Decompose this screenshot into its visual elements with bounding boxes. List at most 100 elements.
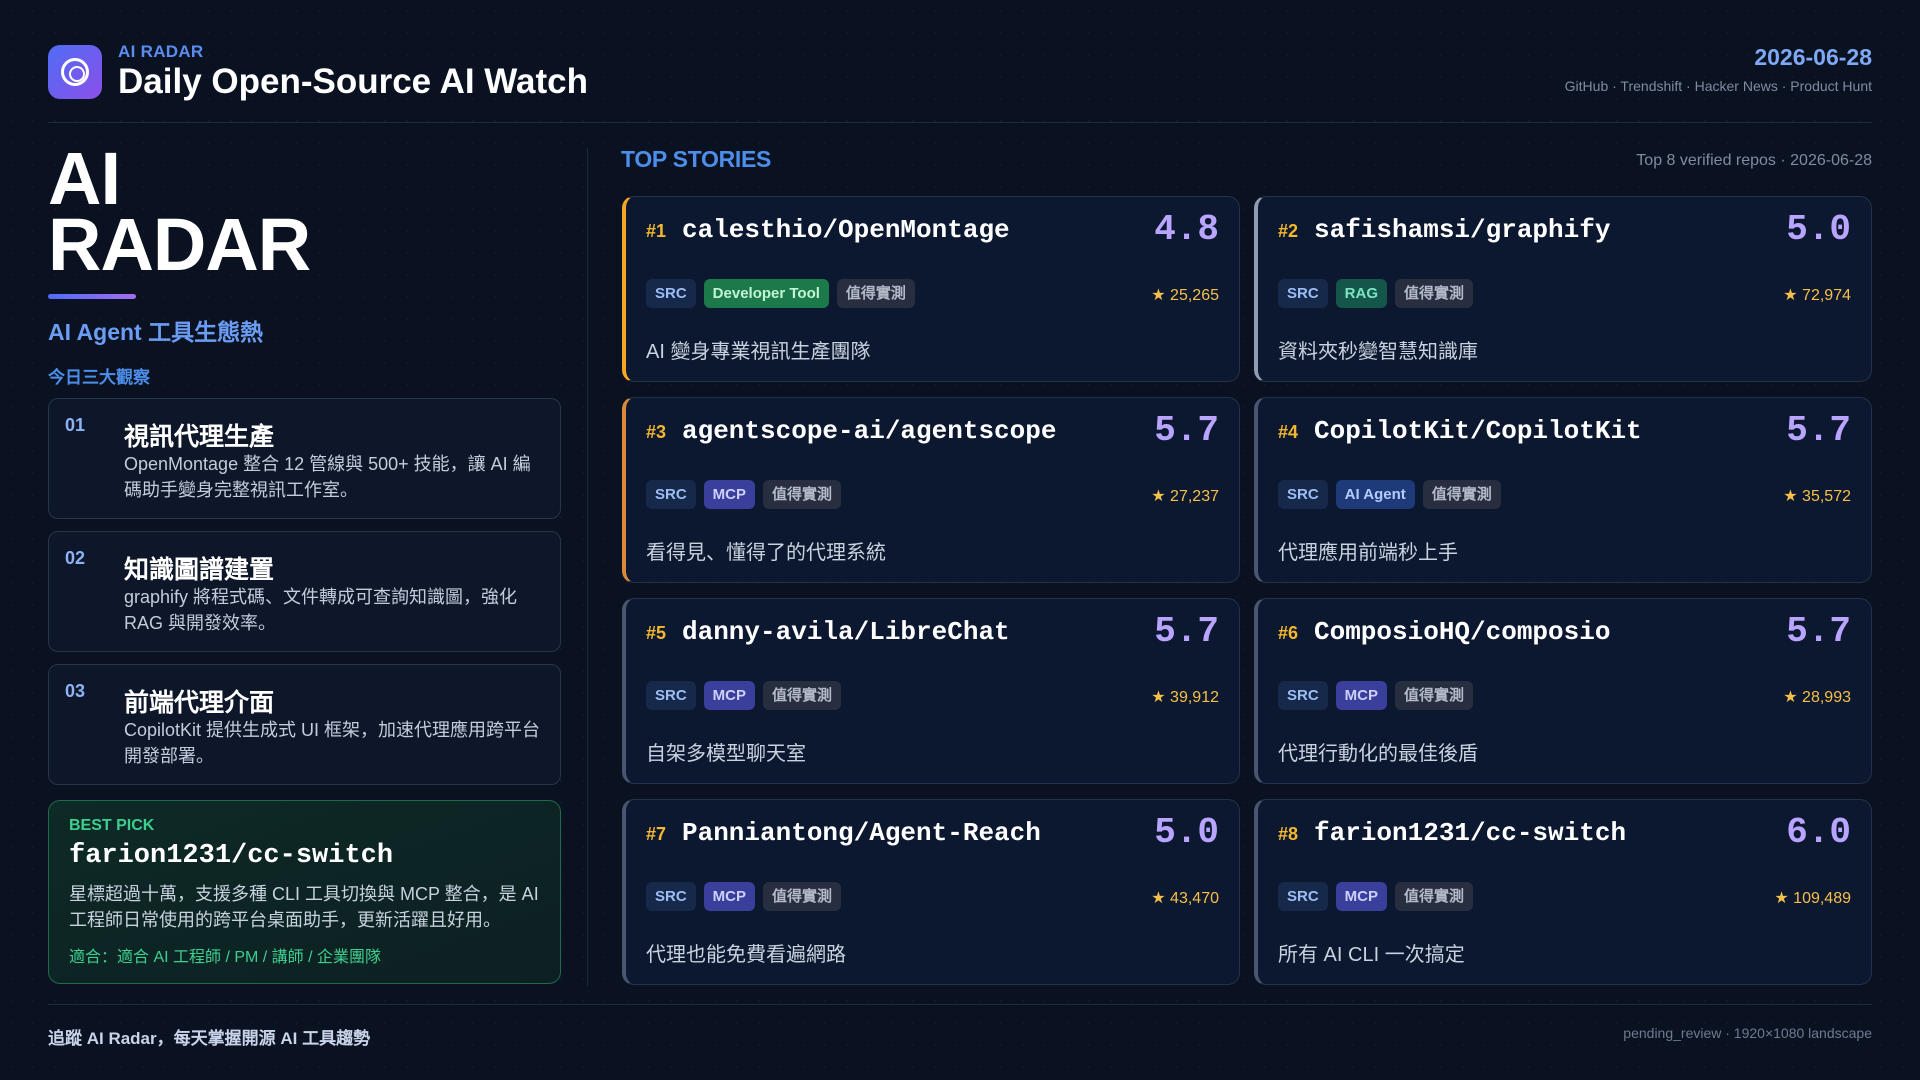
best-pick-card[interactable]: BEST PICK farion1231/cc-switch 星標超過十萬，支援… (48, 800, 561, 984)
tag-badge[interactable]: SRC (1278, 681, 1328, 710)
best-pick-label: BEST PICK (69, 817, 155, 834)
repo-name[interactable]: danny-avila/LibreChat (682, 617, 1010, 647)
repo-score: 5.7 (1154, 611, 1219, 652)
tag-badge[interactable]: 值得實測 (1395, 882, 1474, 911)
repo-card[interactable]: #1 calesthio/OpenMontage 4.8 SRC Developer T… (622, 196, 1240, 382)
star-count: ★ 27,237 (1151, 488, 1219, 505)
tag-badge[interactable]: 值得實測 (763, 882, 842, 911)
observation-number: 03 (65, 681, 86, 701)
star-count: ★ 28,993 (1783, 689, 1851, 706)
repo-description: 代理行動化的最佳後盾 (1278, 743, 1478, 765)
repo-rank: #7 (646, 824, 667, 844)
hero-title: AI RADAR (48, 142, 561, 286)
top-stories-meta: Top 8 verified repos · 2026-06-28 (1636, 152, 1872, 169)
brand-label: AI RADAR (118, 42, 204, 61)
tag-list: SRC MCP 值得實測 (1278, 882, 1474, 911)
repo-score: 5.7 (1786, 410, 1851, 451)
footer-divider (48, 1004, 1872, 1005)
tag-badge[interactable]: 值得實測 (1422, 480, 1501, 509)
tag-badge[interactable]: MCP (1335, 681, 1388, 710)
tag-list: SRC AI Agent 值得實測 (1278, 480, 1501, 509)
repo-rank: #5 (646, 623, 667, 643)
tag-badge[interactable]: 值得實測 (1395, 279, 1474, 308)
tag-badge[interactable]: 值得實測 (763, 681, 842, 710)
star-count: ★ 25,265 (1151, 287, 1219, 304)
repo-name[interactable]: farion1231/cc-switch (1314, 818, 1626, 848)
tag-list: SRC MCP 值得實測 (646, 480, 842, 509)
hero-title-line2: RADAR (48, 203, 311, 286)
tag-list: SRC MCP 值得實測 (646, 681, 842, 710)
best-pick-audience: 適合：適合 AI 工程師 / PM / 講師 / 企業團隊 (69, 949, 382, 966)
tag-badge[interactable]: MCP (1335, 882, 1388, 911)
repo-name[interactable]: CopilotKit/CopilotKit (1314, 416, 1642, 446)
repo-name[interactable]: safishamsi/graphify (1314, 215, 1610, 245)
observation-desc: OpenMontage 整合 12 管線與 500+ 技能，讓 AI 編碼助手變… (124, 454, 531, 500)
tag-badge[interactable]: SRC (646, 279, 696, 308)
tag-list: SRC RAG 值得實測 (1278, 279, 1474, 308)
repo-card[interactable]: #2 safishamsi/graphify 5.0 SRC RAG 值得實測 ★ 72,9… (1254, 196, 1872, 382)
header-date: 2026-06-28 (1754, 44, 1872, 70)
best-pick-desc: 星標超過十萬，支援多種 CLI 工具切換與 MCP 整合，是 AI 工程師日常使… (69, 884, 539, 930)
observation-desc: CopilotKit 提供生成式 UI 框架，加速代理應用跨平台開發部署。 (124, 720, 541, 766)
observation-card: 02 知識圖譜建置 graphify 將程式碼、文件轉成可查詢知識圖，強化 RA… (48, 531, 561, 652)
repo-score: 5.0 (1786, 209, 1851, 250)
tag-list: SRC MCP 值得實測 (646, 882, 842, 911)
tag-badge[interactable]: MCP (703, 882, 756, 911)
repo-card[interactable]: #4 CopilotKit/CopilotKit 5.7 SRC AI Agent 值得實… (1254, 397, 1872, 583)
observation-title: 視訊代理生產 (124, 423, 275, 451)
repo-name[interactable]: calesthio/OpenMontage (682, 215, 1010, 245)
repo-rank: #3 (646, 422, 667, 442)
tag-badge[interactable]: MCP (703, 480, 756, 509)
repo-description: 看得見、懂得了的代理系統 (646, 542, 886, 564)
observation-card: 03 前端代理介面 CopilotKit 提供生成式 UI 框架，加速代理應用跨… (48, 664, 561, 785)
repo-score: 4.8 (1154, 209, 1219, 250)
repo-name[interactable]: ComposioHQ/composio (1314, 617, 1610, 647)
repo-score: 5.7 (1786, 611, 1851, 652)
observation-title: 前端代理介面 (124, 689, 275, 717)
star-count: ★ 35,572 (1783, 488, 1851, 505)
tag-badge[interactable]: SRC (1278, 882, 1328, 911)
tag-badge[interactable]: SRC (646, 480, 696, 509)
observation-desc: graphify 將程式碼、文件轉成可查詢知識圖，強化 RAG 與開發效率。 (124, 587, 518, 633)
observation-card: 01 視訊代理生產 OpenMontage 整合 12 管線與 500+ 技能，… (48, 398, 561, 519)
tag-badge[interactable]: SRC (646, 882, 696, 911)
footer-status: pending_review · 1920×1080 landscape (1623, 1025, 1872, 1041)
star-count: ★ 43,470 (1151, 890, 1219, 907)
repo-card[interactable]: #7 Panniantong/Agent-Reach 5.0 SRC MCP 值得實測 ★ … (622, 799, 1240, 985)
repo-card[interactable]: #5 danny-avila/LibreChat 5.7 SRC MCP 值得實測 ★ 39… (622, 598, 1240, 784)
tag-badge[interactable]: SRC (1278, 279, 1328, 308)
radar-logo-icon (48, 45, 102, 99)
repo-score: 5.0 (1154, 812, 1219, 853)
title-underline (48, 294, 136, 299)
tag-badge[interactable]: RAG (1335, 279, 1388, 308)
repo-name[interactable]: Panniantong/Agent-Reach (682, 818, 1041, 848)
tag-badge[interactable]: 值得實測 (836, 279, 915, 308)
repo-description: 代理應用前端秒上手 (1278, 542, 1458, 564)
tag-badge[interactable]: SRC (646, 681, 696, 710)
repo-card[interactable]: #8 farion1231/cc-switch 6.0 SRC MCP 值得實測 ★ 109… (1254, 799, 1872, 985)
star-count: ★ 72,974 (1783, 287, 1851, 304)
top-stories-heading: TOP STORIES (621, 146, 772, 172)
observation-number: 02 (65, 548, 86, 568)
repo-card[interactable]: #6 ComposioHQ/composio 5.7 SRC MCP 值得實測 ★ 28,9… (1254, 598, 1872, 784)
hero-subtitle: AI Agent 工具生態熱 (48, 319, 264, 345)
repo-description: 代理也能免費看遍網路 (646, 944, 846, 966)
repo-card[interactable]: #3 agentscope-ai/agentscope 5.7 SRC MCP 值得實測 ★… (622, 397, 1240, 583)
repo-score: 6.0 (1786, 812, 1851, 853)
left-panel: AI RADAR AI Agent 工具生態熱 今日三大觀察 01 視訊代理生產… (48, 142, 561, 984)
tag-badge[interactable]: AI Agent (1335, 480, 1415, 509)
column-divider (587, 148, 588, 986)
repo-rank: #2 (1278, 221, 1299, 241)
repo-rank: #8 (1278, 824, 1299, 844)
tag-badge[interactable]: SRC (1278, 480, 1328, 509)
star-count: ★ 109,489 (1774, 890, 1851, 907)
repo-name[interactable]: agentscope-ai/agentscope (682, 416, 1056, 446)
repo-description: 資料夾秒變智慧知識庫 (1278, 341, 1478, 363)
tag-badge[interactable]: 值得實測 (763, 480, 842, 509)
tag-list: SRC MCP 值得實測 (1278, 681, 1474, 710)
tag-badge[interactable]: Developer Tool (703, 279, 829, 308)
best-pick-repo[interactable]: farion1231/cc-switch (69, 841, 393, 871)
tag-badge[interactable]: 值得實測 (1395, 681, 1474, 710)
tag-badge[interactable]: MCP (703, 681, 756, 710)
repo-description: AI 變身專業視訊生產團隊 (646, 341, 871, 363)
